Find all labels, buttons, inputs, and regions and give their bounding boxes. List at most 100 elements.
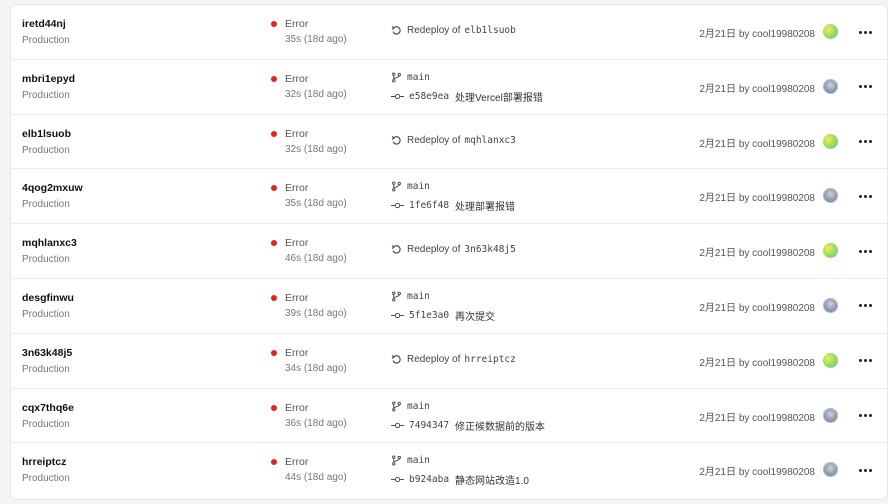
deployment-id[interactable]: hrreiptcz: [22, 456, 66, 468]
git-branch-icon: [391, 401, 402, 412]
source-commit[interactable]: 1fe6f48 处理部署报错: [391, 198, 515, 213]
redeploy-target[interactable]: hrreiptcz: [464, 354, 515, 365]
status-badge: Error: [271, 292, 308, 304]
deployment-row[interactable]: 3n63k48j5 Production Error 34s (18d ago)…: [11, 334, 887, 389]
branch-name: main: [407, 400, 430, 412]
avatar[interactable]: [823, 352, 838, 368]
more-icon[interactable]: [854, 187, 876, 205]
deployment-meta: 2月21日 by cool19980208: [699, 302, 815, 314]
source-branch[interactable]: main: [391, 72, 430, 83]
status-error-dot: [271, 240, 277, 247]
avatar[interactable]: [823, 78, 838, 94]
deployment-duration: 44s (18d ago): [285, 472, 347, 484]
deployment-id[interactable]: mbri1epyd: [22, 73, 75, 85]
deployment-row[interactable]: hrreiptcz Production Error 44s (18d ago)…: [11, 443, 887, 498]
status-label: Error: [285, 72, 309, 85]
git-commit-icon: [391, 201, 404, 210]
deployment-id[interactable]: iretd44nj: [22, 18, 66, 30]
source-commit[interactable]: 7494347 修正候数据前的版本: [391, 418, 545, 433]
commit-message: 处理部署报错: [455, 202, 516, 214]
status-error-dot: [271, 130, 277, 137]
status-error-dot: [271, 75, 277, 82]
deployment-id[interactable]: 4qog2mxuw: [22, 182, 83, 194]
avatar[interactable]: [823, 407, 838, 423]
deployment-environment: Production: [22, 418, 70, 430]
deployment-id[interactable]: 3n63k48j5: [22, 347, 72, 359]
deployment-environment: Production: [22, 89, 70, 101]
deployment-id[interactable]: desgfinwu: [22, 292, 74, 304]
status-error-dot: [271, 21, 277, 27]
source-commit[interactable]: 5f1e3a0 再次提交: [391, 308, 495, 323]
redeploy-icon: [391, 244, 402, 255]
commit-message: 静态网站改造1.0: [455, 476, 529, 488]
deployment-meta: 2月21日 by cool19980208: [699, 29, 815, 40]
deployment-row[interactable]: iretd44nj Production Error 35s (18d ago)…: [11, 5, 887, 60]
deployment-meta: 2月21日 by cool19980208: [699, 467, 815, 479]
avatar[interactable]: [823, 243, 838, 259]
deployment-environment: Production: [22, 473, 70, 485]
deployment-id[interactable]: mqhlanxc3: [22, 237, 77, 249]
status-badge: Error: [271, 128, 308, 140]
git-commit-icon: [391, 421, 404, 430]
commit-sha: b924aba: [409, 474, 450, 486]
deployment-row[interactable]: mbri1epyd Production Error 32s (18d ago)…: [11, 60, 887, 115]
source-commit[interactable]: e58e9ea 处理Vercel部署报错: [391, 89, 543, 104]
status-error-dot: [271, 349, 277, 356]
avatar[interactable]: [823, 188, 838, 204]
source-branch[interactable]: main: [391, 291, 430, 302]
deployment-row[interactable]: desgfinwu Production Error 39s (18d ago)…: [11, 279, 887, 334]
status-label: Error: [285, 18, 309, 30]
branch-name: main: [407, 455, 430, 467]
redeploy-label: Redeploy of: [407, 244, 461, 256]
more-icon[interactable]: [854, 461, 876, 479]
status-error-dot: [271, 294, 277, 301]
more-icon[interactable]: [854, 133, 876, 151]
more-icon[interactable]: [854, 297, 876, 315]
more-icon[interactable]: [854, 23, 876, 41]
source-branch[interactable]: main: [391, 455, 430, 466]
status-badge: Error: [271, 347, 308, 359]
redeploy-target[interactable]: mqhlanxc3: [464, 135, 515, 146]
deployment-duration: 35s (18d ago): [285, 34, 347, 45]
more-icon[interactable]: [854, 352, 876, 370]
source-branch[interactable]: main: [391, 181, 430, 192]
more-icon[interactable]: [854, 242, 876, 260]
deployment-row[interactable]: cqx7thq6e Production Error 36s (18d ago)…: [11, 389, 887, 444]
source-redeploy: Redeploy of 3n63k48j5: [391, 244, 516, 255]
redeploy-target[interactable]: elb1lsuob: [464, 25, 515, 36]
more-icon[interactable]: [854, 407, 876, 425]
status-badge: Error: [271, 18, 308, 30]
source-redeploy: Redeploy of elb1lsuob: [391, 25, 516, 36]
redeploy-label: Redeploy of: [407, 134, 461, 146]
avatar[interactable]: [823, 133, 838, 149]
more-icon[interactable]: [854, 78, 876, 96]
deployment-id[interactable]: elb1lsuob: [22, 128, 71, 140]
redeploy-label: Redeploy of: [407, 353, 461, 365]
deployment-meta: 2月21日 by cool19980208: [699, 193, 815, 205]
deployment-row[interactable]: 4qog2mxuw Production Error 35s (18d ago)…: [11, 169, 887, 225]
avatar[interactable]: [823, 24, 838, 39]
git-commit-icon: [391, 92, 404, 101]
deployment-environment: Production: [22, 308, 70, 320]
deployment-row[interactable]: mqhlanxc3 Production Error 46s (18d ago)…: [11, 224, 887, 279]
branch-name: main: [407, 290, 430, 302]
deployment-environment: Production: [22, 254, 70, 266]
avatar[interactable]: [823, 462, 838, 478]
status-badge: Error: [271, 182, 308, 194]
deployment-id[interactable]: cqx7thq6e: [22, 402, 74, 414]
source-branch[interactable]: main: [391, 401, 430, 412]
redeploy-icon: [391, 135, 402, 146]
deployment-duration: 34s (18d ago): [285, 362, 347, 374]
status-label: Error: [285, 456, 309, 469]
deployment-row[interactable]: elb1lsuob Production Error 32s (18d ago)…: [11, 115, 887, 170]
avatar[interactable]: [823, 297, 838, 313]
commit-message: 修正候数据前的版本: [455, 421, 546, 433]
deployment-duration: 39s (18d ago): [285, 307, 347, 319]
deployment-environment: Production: [22, 199, 70, 211]
deployment-meta: 2月21日 by cool19980208: [699, 357, 815, 369]
status-badge: Error: [271, 73, 308, 85]
redeploy-target[interactable]: 3n63k48j5: [464, 244, 515, 255]
source-commit[interactable]: b924aba 静态网站改造1.0: [391, 472, 529, 487]
git-branch-icon: [391, 455, 402, 466]
status-error-dot: [271, 185, 277, 192]
